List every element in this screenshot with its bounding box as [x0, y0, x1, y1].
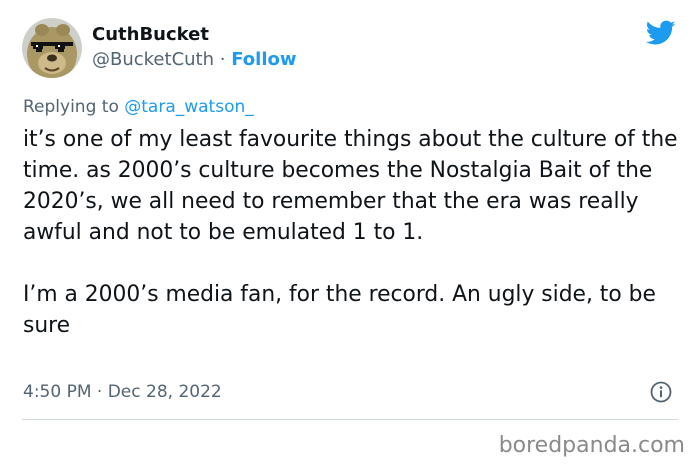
follow-button[interactable]: Follow — [231, 49, 296, 70]
tweet-paragraph: I’m a 2000’s media fan, for the record. … — [23, 282, 656, 338]
display-name[interactable]: CuthBucket — [92, 23, 297, 47]
tweet-card: CuthBucket @BucketCuth · Follow Replying… — [0, 0, 700, 420]
separator-dot: · — [96, 382, 103, 402]
avatar[interactable] — [22, 18, 82, 78]
twitter-bird-icon[interactable] — [646, 20, 676, 46]
tweet-timestamp[interactable]: 4:50 PM · Dec 28, 2022 — [23, 380, 222, 404]
divider — [22, 419, 678, 420]
tweet-time: 4:50 PM — [23, 382, 92, 402]
separator-dot: · — [219, 49, 226, 70]
handle-row: @BucketCuth · Follow — [92, 47, 297, 73]
avatar-image — [22, 18, 82, 78]
tweet-text: it’s one of my least favourite things ab… — [23, 124, 683, 341]
info-icon[interactable] — [650, 381, 672, 403]
watermark-text: boredpanda.com — [498, 433, 685, 458]
replying-prefix: Replying to — [23, 97, 119, 117]
tweet-header: CuthBucket @BucketCuth · Follow — [22, 16, 297, 80]
user-handle[interactable]: @BucketCuth — [92, 49, 214, 70]
user-info: CuthBucket @BucketCuth · Follow — [92, 23, 297, 73]
tweet-date: Dec 28, 2022 — [107, 382, 222, 402]
replying-to: Replying to @tara_watson_ — [23, 95, 254, 119]
tweet-paragraph: it’s one of my least favourite things ab… — [23, 127, 678, 245]
replying-to-mention[interactable]: @tara_watson_ — [124, 97, 254, 117]
